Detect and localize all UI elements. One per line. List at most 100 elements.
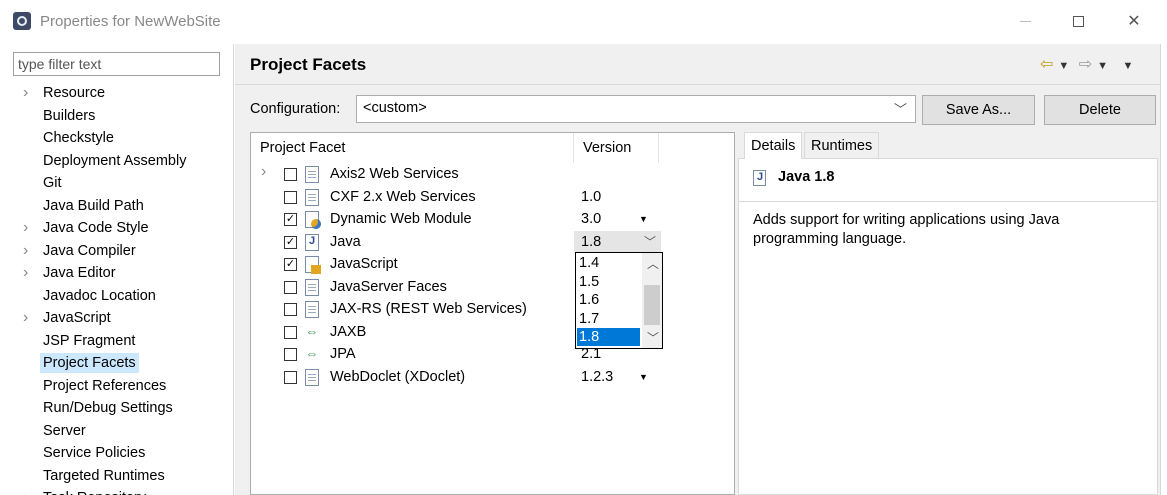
facet-name: CXF 2.x Web Services (330, 188, 476, 205)
sidebar-item[interactable]: Git (0, 172, 233, 195)
facet-name: JAX-RS (REST Web Services) (330, 301, 527, 317)
forward-menu-chevron-icon[interactable]: ▼ (1097, 60, 1108, 72)
forward-arrow-icon[interactable]: ⇨ (1079, 56, 1092, 73)
sidebar-item-label: Server (43, 422, 86, 439)
version-option[interactable]: 1.8 (577, 328, 640, 346)
minimize-button[interactable] (1002, 0, 1048, 44)
save-as-button[interactable]: Save As... (922, 95, 1035, 125)
facet-checkbox[interactable] (284, 370, 297, 384)
sidebar-item[interactable]: Deployment Assembly (0, 150, 233, 173)
sidebar-item[interactable]: Builders (0, 105, 233, 128)
version-dropdown-icon[interactable]: ▼ (639, 366, 648, 389)
sidebar-item[interactable]: Java Build Path (0, 195, 233, 218)
sidebar-item[interactable]: › Java Editor (0, 262, 233, 285)
header-divider (235, 84, 1167, 85)
web-module-icon (305, 211, 321, 229)
expand-chevron-icon[interactable]: › (261, 163, 266, 181)
chevron-down-icon: ﹀ (893, 102, 907, 117)
expand-chevron-icon[interactable]: › (23, 82, 28, 105)
java-icon (305, 233, 319, 251)
facet-checkbox[interactable] (284, 168, 297, 181)
version-option[interactable]: 1.5 (577, 273, 640, 291)
sidebar-item[interactable]: › JavaScript (0, 307, 233, 330)
facet-checkbox[interactable] (284, 303, 297, 316)
sidebar-item[interactable]: Targeted Runtimes (0, 465, 233, 488)
sidebar-item[interactable]: Project References (0, 375, 233, 398)
details-heading: Java 1.8 (778, 169, 835, 185)
column-header-version[interactable]: Version (574, 133, 659, 163)
facet-row[interactable]: › Axis2 Web Services (251, 163, 734, 186)
sidebar-item[interactable]: Project Facets (0, 352, 233, 375)
facet-checkbox[interactable] (284, 190, 297, 204)
version-dropdown-list[interactable]: ︿ ﹀ 1.4 1.5 1.6 1.7 1.8 (575, 252, 663, 349)
sidebar-item-label: Java Code Style (43, 220, 149, 236)
expand-chevron-icon[interactable]: › (23, 307, 28, 330)
expand-chevron-icon[interactable]: › (23, 262, 28, 285)
facet-row[interactable]: CXF 2.x Web Services 1.0 (251, 186, 734, 209)
chevron-down-icon[interactable]: ﹀ (644, 233, 656, 250)
details-panel: Java 1.8 Adds support for writing applic… (738, 132, 1158, 495)
back-menu-chevron-icon[interactable]: ▼ (1058, 60, 1069, 72)
back-arrow-icon[interactable]: ⇦ (1040, 56, 1053, 73)
expand-chevron-icon[interactable]: › (23, 217, 28, 240)
facet-checkbox[interactable] (284, 348, 297, 361)
facet-checkbox[interactable]: ✓ (284, 213, 297, 226)
javascript-icon (305, 256, 321, 274)
version-option[interactable]: 1.7 (577, 310, 640, 328)
sidebar-item[interactable]: › Task Repository (0, 487, 233, 495)
document-icon (305, 301, 319, 318)
version-dropdown-icon[interactable]: ▼ (639, 208, 648, 231)
configuration-select[interactable]: <custom> ﹀ (356, 95, 916, 123)
maximize-button[interactable] (1055, 0, 1101, 44)
dropdown-scrollbar[interactable]: ︿ ﹀ (642, 253, 662, 348)
facet-version[interactable]: 1.8 (581, 231, 601, 254)
properties-sidebar: › Resource Builders Checkstyle Deployment As… (0, 44, 234, 495)
scroll-up-icon[interactable]: ︿ (647, 255, 659, 272)
plug-icon: ⇔ (305, 323, 319, 339)
filter-input[interactable] (13, 52, 220, 76)
details-divider (739, 201, 1157, 202)
sidebar-item-label: Deployment Assembly (43, 152, 187, 169)
sidebar-item[interactable]: Run/Debug Settings (0, 397, 233, 420)
sidebar-item[interactable]: JSP Fragment (0, 330, 233, 353)
sidebar-item[interactable]: › Resource (0, 82, 233, 105)
delete-button[interactable]: Delete (1044, 95, 1156, 125)
facet-checkbox[interactable]: ✓ (284, 258, 297, 271)
document-icon (305, 188, 319, 206)
sidebar-item[interactable]: Javadoc Location (0, 285, 233, 308)
facet-row[interactable]: ﹀ ✓ Java 1.8 (251, 230, 734, 254)
facet-row[interactable]: WebDoclet (XDoclet) 1.2.3 ▼ (251, 366, 734, 389)
sidebar-item-label: Targeted Runtimes (43, 467, 165, 484)
facet-version[interactable]: 3.0 (581, 208, 601, 231)
column-header-facet[interactable]: Project Facet (251, 133, 574, 163)
facet-checkbox[interactable]: ✓ (284, 235, 297, 249)
background-window-edge (1160, 44, 1167, 495)
sidebar-item[interactable]: › Java Code Style (0, 217, 233, 240)
scrollbar-thumb[interactable] (644, 285, 660, 325)
sidebar-item-label: Java Compiler (43, 242, 136, 259)
facet-checkbox[interactable] (284, 325, 297, 339)
facet-name: JPA (330, 346, 356, 362)
sidebar-item[interactable]: Checkstyle (0, 127, 233, 150)
expand-chevron-icon[interactable]: › (23, 240, 28, 263)
details-content: Java 1.8 Adds support for writing applic… (738, 158, 1158, 495)
facet-version[interactable]: 1.2.3 (581, 366, 613, 389)
history-navigation: ⇦ ▼ ⇨ ▼ ▼ (1040, 54, 1138, 74)
tab-details[interactable]: Details (744, 132, 803, 159)
close-button[interactable]: ✕ (1111, 0, 1157, 44)
configuration-value: <custom> (363, 100, 427, 116)
facet-name: JAXB (330, 323, 367, 340)
version-option[interactable]: 1.4 (577, 254, 640, 272)
version-option[interactable]: 1.6 (577, 291, 640, 309)
facet-checkbox[interactable] (284, 280, 297, 294)
minimize-icon (1019, 21, 1031, 23)
sidebar-item-label: Git (43, 175, 62, 191)
sidebar-item[interactable]: › Java Compiler (0, 240, 233, 263)
tab-runtimes[interactable]: Runtimes (804, 132, 880, 158)
facet-row[interactable]: ✓ Dynamic Web Module 3.0 ▼ (251, 208, 734, 231)
expand-chevron-icon[interactable]: › (23, 487, 28, 495)
sidebar-item[interactable]: Server (0, 420, 233, 443)
view-menu-chevron-icon[interactable]: ▼ (1123, 60, 1134, 72)
sidebar-item[interactable]: Service Policies (0, 442, 233, 465)
scroll-down-icon[interactable]: ﹀ (647, 329, 659, 346)
